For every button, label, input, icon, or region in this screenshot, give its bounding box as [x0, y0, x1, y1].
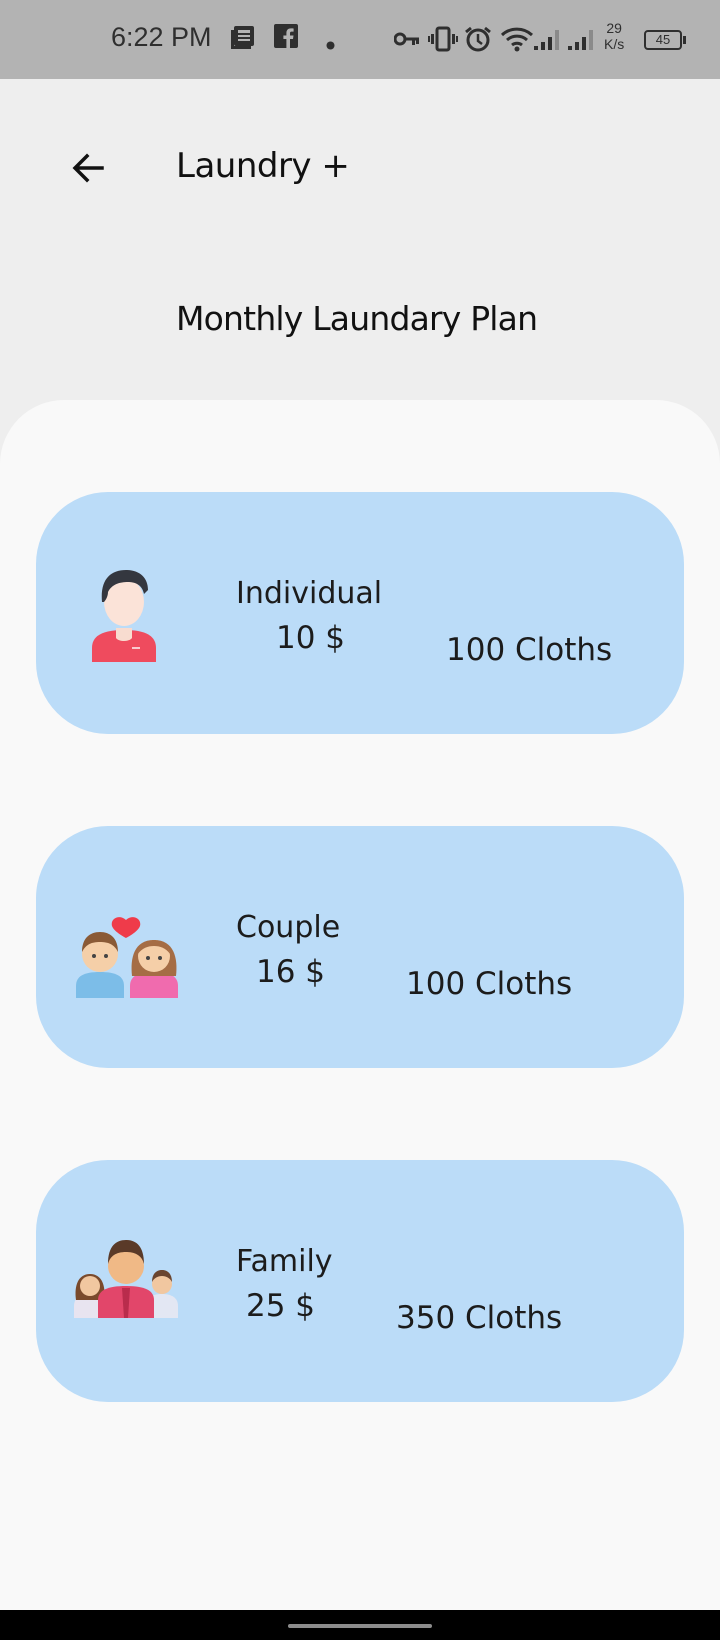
network-speed-unit: K/s: [604, 36, 625, 52]
back-button[interactable]: [66, 146, 110, 190]
news-icon: [230, 24, 256, 54]
facebook-icon: [274, 24, 298, 52]
family-icon: [74, 1238, 178, 1322]
plan-card-couple[interactable]: Couple 16 $ 100 Cloths: [36, 826, 684, 1068]
signal-icon: [534, 26, 564, 56]
couple-icon: [76, 894, 180, 1002]
plan-name: Individual: [236, 576, 383, 611]
plan-cloths: 350 Cloths: [396, 1300, 563, 1336]
battery-level: 45: [655, 32, 671, 47]
wifi-icon: [500, 26, 534, 56]
vpn-key-icon: [393, 30, 420, 52]
dot-icon: [326, 35, 335, 54]
plan-price: 25 $: [246, 1288, 316, 1324]
alarm-icon: [464, 25, 492, 57]
plan-name: Family: [236, 1244, 333, 1279]
plan-price: 16 $: [256, 954, 326, 990]
battery-nub: [683, 36, 686, 44]
signal-icon: [568, 26, 598, 56]
plan-cloths: 100 Cloths: [406, 966, 573, 1002]
plan-cloths: 100 Cloths: [446, 632, 613, 668]
plan-card-individual[interactable]: Individual 10 $ 100 Cloths: [36, 492, 684, 734]
home-indicator[interactable]: [288, 1624, 432, 1628]
person-icon: [86, 562, 162, 666]
status-time: 6:22 PM: [111, 22, 212, 52]
battery-icon: 45: [644, 30, 682, 50]
plan-price: 10 $: [276, 620, 346, 656]
network-speed-value: 29: [606, 20, 622, 36]
plan-name: Couple: [236, 910, 341, 945]
status-bar: 6:22 PM 29 K/s 45: [0, 0, 720, 79]
network-speed: 29 K/s: [604, 20, 624, 52]
page-heading: Monthly Laundary Plan: [176, 299, 538, 338]
plan-card-family[interactable]: Family 25 $ 350 Cloths: [36, 1160, 684, 1402]
arrow-left-icon: [72, 153, 104, 183]
app-title: Laundry +: [176, 146, 350, 186]
vibrate-icon: [428, 26, 458, 56]
